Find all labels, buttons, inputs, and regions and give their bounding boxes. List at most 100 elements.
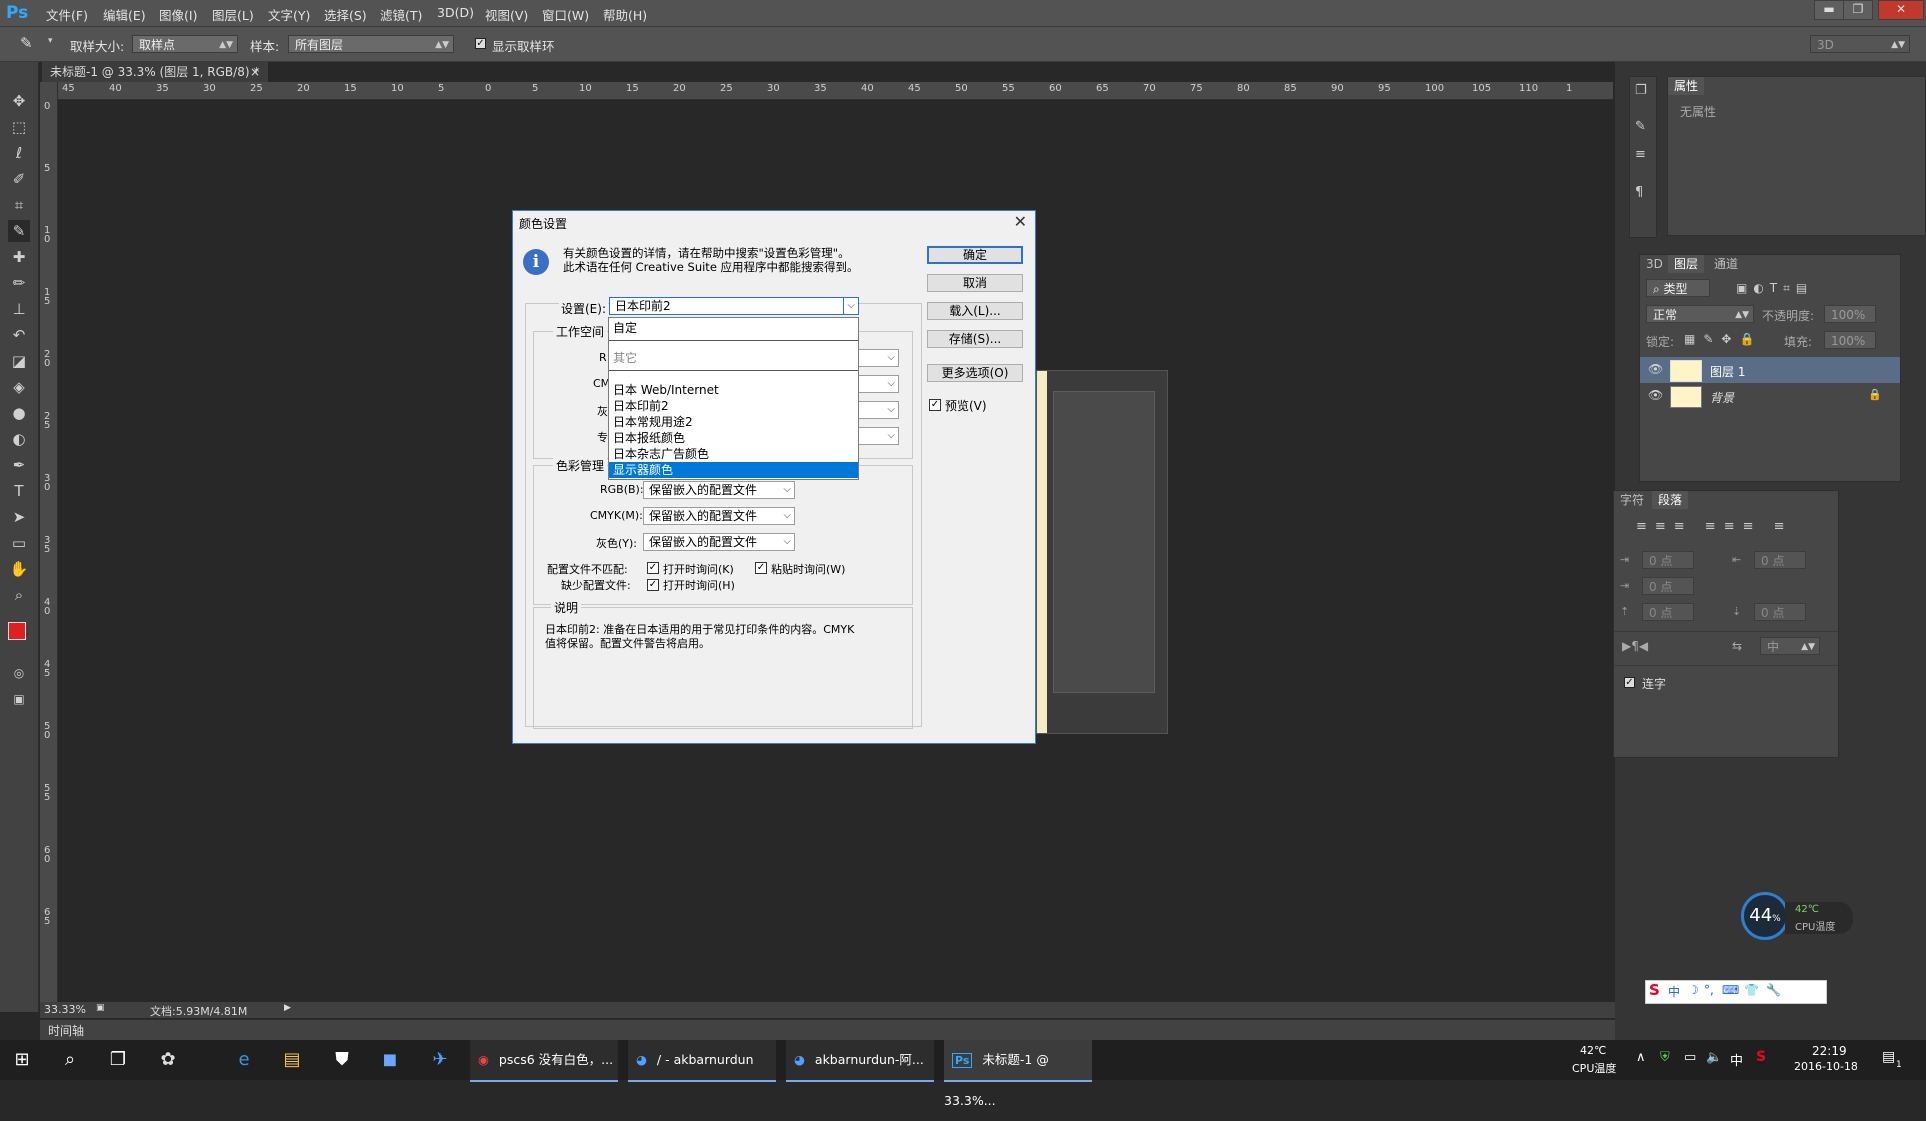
preview-checkbox[interactable]: ✓ bbox=[929, 399, 941, 411]
foreground-color-swatch[interactable] bbox=[8, 622, 26, 640]
show-ring-checkbox[interactable]: ✓ bbox=[475, 38, 486, 49]
tab-character[interactable]: 字符 bbox=[1614, 491, 1650, 509]
close-window-button[interactable]: ✕ bbox=[1878, 0, 1924, 20]
taskbar-app-photoshop[interactable]: Ps 未标题-1 @ 33.3%... bbox=[944, 1040, 1092, 1108]
dropdown-item-custom[interactable]: 自定 bbox=[609, 320, 858, 336]
rgb-policy-select[interactable]: 保留嵌入的配置文件 ⌵ bbox=[643, 481, 795, 499]
ime-punct-icon[interactable]: °, bbox=[1704, 983, 1714, 997]
minimize-button[interactable]: ▬ bbox=[1814, 0, 1844, 20]
settings-select[interactable]: 日本印前2 ⌵ bbox=[609, 297, 859, 315]
status-icon[interactable]: ▣ bbox=[96, 1003, 105, 1013]
pen-tool-icon[interactable]: ✒ bbox=[8, 454, 30, 476]
space-after-input[interactable]: 0 点 bbox=[1754, 603, 1806, 621]
space-before-input[interactable]: 0 点 bbox=[1642, 603, 1694, 621]
dropdown-item[interactable]: 日本印前2 bbox=[609, 398, 858, 414]
app-icon[interactable]: ◼ bbox=[378, 1048, 402, 1072]
cpu-temp-widget[interactable]: 44% 42℃ CPU温度 bbox=[1741, 892, 1855, 944]
blend-mode-select[interactable]: 正常 ▲▼ bbox=[1646, 305, 1754, 323]
cancel-button[interactable]: 取消 bbox=[927, 274, 1023, 292]
close-tab-icon[interactable]: × bbox=[250, 62, 260, 82]
document-tab[interactable]: 未标题-1 @ 33.3% (图层 1, RGB/8) * × bbox=[42, 62, 268, 82]
move-tool-icon[interactable]: ✥ bbox=[8, 90, 30, 112]
paint-bucket-tool-icon[interactable]: ◈ bbox=[8, 376, 30, 398]
mismatch-open-checkbox[interactable]: ✓ bbox=[647, 562, 659, 574]
notification-icon[interactable]: ▤ bbox=[1882, 1049, 1895, 1065]
windows-start-icon[interactable]: ⊞ bbox=[10, 1048, 34, 1072]
menu-file[interactable]: 文件(F) bbox=[46, 5, 88, 24]
tray-sogou-icon[interactable]: S bbox=[1756, 1049, 1766, 1065]
more-options-button[interactable]: 更多选项(O) bbox=[927, 364, 1023, 382]
taskbar-app-chrome[interactable]: ◉ pscs6 没有白色，... bbox=[470, 1040, 618, 1082]
restore-button[interactable]: ❐ bbox=[1843, 0, 1873, 20]
healing-brush-tool-icon[interactable]: ✚ bbox=[8, 246, 30, 268]
dropdown-item[interactable]: 日本常规用途2 bbox=[609, 414, 858, 430]
layer-row[interactable]: 👁 图层 1 bbox=[1640, 357, 1900, 383]
hyphen-mode-select[interactable]: 中 ▲▼ bbox=[1760, 637, 1820, 655]
paragraph-style-icon[interactable]: ¶ bbox=[1635, 185, 1643, 200]
tray-time[interactable]: 22:19 bbox=[1812, 1044, 1847, 1058]
edge-icon[interactable]: e bbox=[232, 1048, 256, 1072]
clone-stamp-tool-icon[interactable]: ⊥ bbox=[8, 298, 30, 320]
history-brush-tool-icon[interactable]: ↶ bbox=[8, 324, 30, 346]
indent-left-input[interactable]: 0 点 bbox=[1642, 551, 1694, 569]
taskbar-app-browser[interactable]: ◕ / - akbarnurdun bbox=[628, 1040, 776, 1082]
menu-edit[interactable]: 编辑(E) bbox=[103, 5, 146, 24]
first-line-indent-input[interactable]: 0 点 bbox=[1642, 577, 1694, 595]
ime-skin-icon[interactable]: 👕 bbox=[1744, 983, 1759, 997]
workspace-select[interactable]: 3D ▲▼ bbox=[1810, 35, 1910, 53]
menu-layer[interactable]: 图层(L) bbox=[212, 5, 254, 24]
layer-name[interactable]: 背景 bbox=[1710, 389, 1734, 406]
menu-select[interactable]: 选择(S) bbox=[324, 5, 367, 24]
tool-preset-dropdown-icon[interactable]: ▾ bbox=[48, 36, 53, 46]
brush-preset-icon[interactable]: ✎ bbox=[1635, 119, 1646, 134]
tab-channels[interactable]: 通道 bbox=[1708, 255, 1744, 273]
dropdown-item[interactable]: 日本报纸颜色 bbox=[609, 430, 858, 446]
quick-select-tool-icon[interactable]: ✐ bbox=[8, 168, 30, 190]
tray-date[interactable]: 2016-10-18 bbox=[1794, 1060, 1858, 1073]
screen-mode-icon[interactable]: ▣ bbox=[8, 688, 30, 710]
crop-tool-icon[interactable]: ⌗ bbox=[8, 194, 30, 216]
ime-mode[interactable]: 中 bbox=[1668, 983, 1680, 1000]
hand-tool-icon[interactable]: ✋ bbox=[8, 558, 30, 580]
gray-policy-select[interactable]: 保留嵌入的配置文件 ⌵ bbox=[643, 533, 795, 551]
indent-right-input[interactable]: 0 点 bbox=[1754, 551, 1806, 569]
sample-select[interactable]: 所有图层 ▲▼ bbox=[288, 35, 454, 53]
zoom-tool-icon[interactable]: ⌕ bbox=[8, 584, 30, 606]
hyphenate-checkbox[interactable]: ✓ bbox=[1624, 677, 1635, 688]
eraser-tool-icon[interactable]: ◪ bbox=[8, 350, 30, 372]
save-button[interactable]: 存储(S)... bbox=[927, 330, 1023, 348]
tab-properties[interactable]: 属性 bbox=[1668, 77, 1705, 95]
store-icon[interactable]: ⛊ bbox=[330, 1048, 354, 1072]
app-icon[interactable]: ✈ bbox=[428, 1048, 452, 1072]
sample-size-select[interactable]: 取样点 ▲▼ bbox=[132, 35, 238, 53]
rectangle-tool-icon[interactable]: ▭ bbox=[8, 532, 30, 554]
menu-filter[interactable]: 滤镜(T) bbox=[380, 5, 422, 24]
path-select-tool-icon[interactable]: ➤ bbox=[8, 506, 30, 528]
layer-filter-icons[interactable]: ▣◐T⌗▤ bbox=[1736, 281, 1813, 296]
composer-icon[interactable]: ▶¶◀ bbox=[1622, 639, 1648, 653]
blur-tool-icon[interactable]: ● bbox=[8, 402, 30, 424]
dodge-tool-icon[interactable]: ◐ bbox=[8, 428, 30, 450]
ok-button[interactable]: 确定 bbox=[927, 246, 1023, 264]
app-icon[interactable]: ✿ bbox=[156, 1048, 180, 1072]
status-menu-arrow-icon[interactable]: ▶ bbox=[284, 1003, 291, 1013]
tray-cpu-temp[interactable]: 42℃ bbox=[1580, 1044, 1606, 1057]
dropdown-item-selected[interactable]: 显示器颜色 bbox=[609, 462, 858, 478]
task-view-icon[interactable]: ❐ bbox=[106, 1048, 130, 1072]
tray-shield-icon[interactable]: ⛨ bbox=[1660, 1050, 1670, 1065]
load-button[interactable]: 载入(L)... bbox=[927, 302, 1023, 320]
ime-moon-icon[interactable]: ☽ bbox=[1688, 983, 1699, 997]
type-tool-icon[interactable]: T bbox=[8, 480, 30, 502]
eye-icon[interactable]: 👁 bbox=[1648, 362, 1663, 376]
lasso-tool-icon[interactable]: ℓ bbox=[8, 142, 30, 164]
menu-type[interactable]: 文字(Y) bbox=[268, 5, 310, 24]
adjustments-icon[interactable]: ≡ bbox=[1635, 147, 1646, 162]
eye-icon[interactable]: 👁 bbox=[1648, 388, 1663, 402]
lock-icons[interactable]: ▦✎✥🔒 bbox=[1684, 332, 1762, 346]
file-explorer-icon[interactable]: ▤ bbox=[280, 1048, 304, 1072]
tray-network-icon[interactable]: ▭ bbox=[1684, 1050, 1696, 1065]
menu-3d[interactable]: 3D(D) bbox=[437, 5, 474, 20]
eyedropper-tool-icon[interactable]: ✎ bbox=[8, 220, 30, 242]
ime-keyboard-icon[interactable]: ⌨ bbox=[1722, 983, 1739, 997]
tab-paragraph[interactable]: 段落 bbox=[1652, 491, 1689, 509]
